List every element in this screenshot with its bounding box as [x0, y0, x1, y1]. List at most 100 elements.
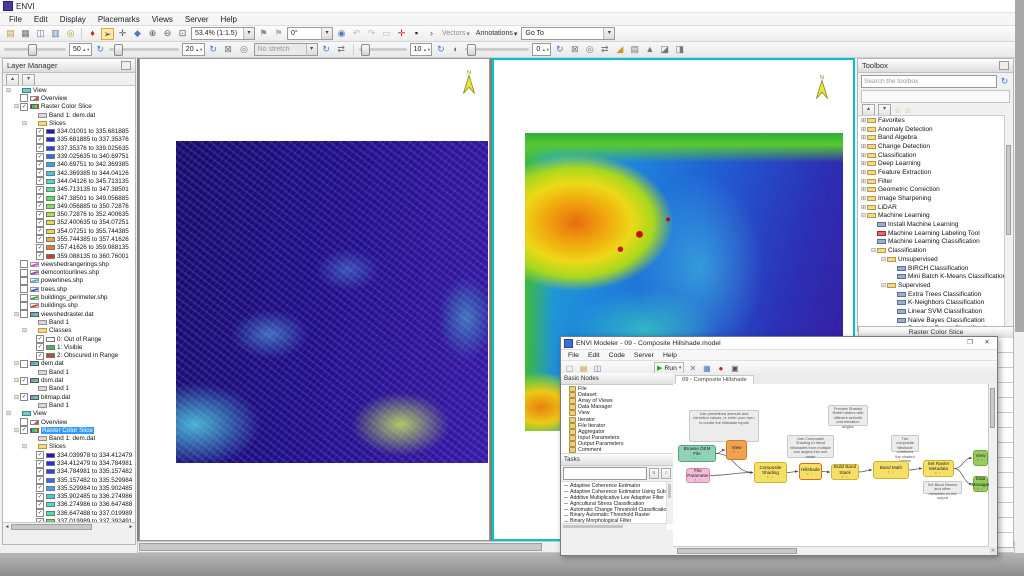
- layer-row[interactable]: trees.shp: [3, 285, 135, 293]
- toolbox-item-label[interactable]: Supervised: [898, 282, 931, 289]
- toolbox-item-label[interactable]: Band Algebra: [878, 134, 917, 141]
- stretch-combo[interactable]: No stretch ▾: [254, 43, 318, 56]
- task-list-hscrollbar[interactable]: [561, 523, 667, 530]
- layer-checkbox[interactable]: [36, 335, 44, 343]
- toolbox-vscrollbar[interactable]: [1004, 115, 1013, 331]
- toolbox-item-label[interactable]: Linear SVM Classification: [908, 308, 982, 315]
- layer-label[interactable]: buildings.shp: [41, 302, 78, 309]
- layer-row[interactable]: ⊟ Classes: [3, 327, 135, 335]
- stretch-swap-icon[interactable]: ⇄: [598, 44, 611, 56]
- modeler-node-hillshade[interactable]: Hillshade▪ ▫: [799, 463, 822, 480]
- layer-row[interactable]: 357.41626 to 359.088135: [3, 244, 135, 252]
- transparency-slider[interactable]: [465, 48, 529, 51]
- task-search-input[interactable]: [563, 467, 647, 480]
- brightness-slider[interactable]: [4, 48, 66, 51]
- layer-checkbox[interactable]: [36, 460, 44, 468]
- histogram-ramp-icon[interactable]: ◢: [613, 44, 626, 56]
- modeler-node-view-preview[interactable]: View▪ ▫: [726, 440, 747, 460]
- globe-icon[interactable]: ◉: [335, 28, 348, 40]
- collapse-all-button[interactable]: ▴: [6, 74, 19, 86]
- layer-checkbox[interactable]: [36, 153, 44, 161]
- layer-label[interactable]: Slices: [49, 443, 66, 450]
- layer-row[interactable]: 334.412479 to 334.784981: [3, 459, 135, 467]
- spinner-arrows-icon[interactable]: ▲▼: [423, 48, 430, 52]
- toolbox-item-label[interactable]: Machine Learning Classification: [888, 238, 980, 245]
- layer-row[interactable]: 335.681885 to 337.35376: [3, 136, 135, 144]
- modeler-comment[interactable]: Use predefined azimuth and elevation val…: [689, 410, 759, 442]
- toolbox-row[interactable]: ⊞ Band Algebra: [858, 133, 1005, 142]
- toolbox-item-label[interactable]: Deep Learning: [878, 160, 921, 167]
- toolbox-row[interactable]: Naive Bayes Classification: [858, 316, 1005, 325]
- chevron-down-icon[interactable]: ▾: [679, 365, 682, 371]
- layer-checkbox[interactable]: [36, 194, 44, 202]
- tree-toggle-icon[interactable]: ⊟: [5, 87, 12, 94]
- equalize-icon[interactable]: ▤: [628, 44, 641, 56]
- pin-icon[interactable]: ⚑: [257, 28, 270, 40]
- tree-toggle-icon[interactable]: ⊟: [21, 327, 28, 334]
- toolbox-item-label[interactable]: Feature Extraction: [878, 169, 931, 176]
- layer-label[interactable]: Band 1: [49, 402, 69, 409]
- modeler-menu-item[interactable]: Edit: [584, 352, 604, 359]
- toolbox-search-input[interactable]: [861, 75, 997, 88]
- delete-node-icon[interactable]: ✕: [687, 364, 698, 373]
- layer-label[interactable]: 336.647488 to 337.019989: [57, 510, 132, 517]
- toolbox-row[interactable]: Extra Trees Classification: [858, 290, 1005, 299]
- menu-item[interactable]: File: [4, 14, 27, 25]
- contrast-reset-icon[interactable]: ↻: [208, 44, 219, 55]
- layer-label[interactable]: 0: Out of Range: [57, 336, 101, 343]
- modeler-vscrollbar[interactable]: [988, 384, 997, 547]
- tree-toggle-icon[interactable]: ⊞: [860, 134, 867, 141]
- layer-checkbox[interactable]: [36, 235, 44, 243]
- layer-label[interactable]: 350.72876 to 352.400635: [57, 211, 129, 218]
- tree-toggle-icon[interactable]: ⊟: [21, 120, 28, 127]
- toolbox-row[interactable]: Linear SVM Classification: [858, 307, 1005, 316]
- remove-favorite-icon[interactable]: ☆: [904, 106, 911, 115]
- mask-icon[interactable]: ◎: [238, 44, 251, 56]
- layer-label[interactable]: 334.412479 to 334.784981: [57, 460, 132, 467]
- toolbox-item-label[interactable]: BIRCH Classification: [908, 265, 968, 272]
- layer-checkbox[interactable]: [36, 177, 44, 185]
- stretch-swap-icon[interactable]: ⇄: [335, 44, 348, 56]
- resize-grip-icon[interactable]: ✕: [989, 547, 997, 555]
- layer-checkbox[interactable]: [36, 493, 44, 501]
- layer-row[interactable]: buildings_perimeter.shp: [3, 293, 135, 301]
- layer-checkbox[interactable]: [36, 343, 44, 351]
- layer-row[interactable]: 340.69751 to 342.369385: [3, 161, 135, 169]
- layer-row[interactable]: 349.056885 to 350.72876: [3, 202, 135, 210]
- layer-row[interactable]: Band 1: [3, 318, 135, 326]
- layer-row[interactable]: 354.07251 to 355.744385: [3, 227, 135, 235]
- toolbox-item-label[interactable]: Change Detection: [878, 143, 930, 150]
- layer-label[interactable]: 352.400635 to 354.07251: [57, 219, 129, 226]
- chevron-down-icon[interactable]: ▾: [306, 44, 317, 55]
- crop-icon[interactable]: ⊠: [222, 44, 235, 56]
- layer-row[interactable]: 335.157482 to 335.529984: [3, 476, 135, 484]
- layer-checkbox[interactable]: [36, 144, 44, 152]
- layer-checkbox[interactable]: [20, 294, 28, 302]
- layer-checkbox[interactable]: [36, 352, 44, 360]
- select-icon[interactable]: ➢: [101, 28, 114, 40]
- layer-row[interactable]: ⊟ Raster Color Slice: [3, 103, 135, 111]
- layer-row[interactable]: Band 1: [3, 368, 135, 376]
- zoom-window-icon[interactable]: ⊡: [176, 28, 189, 40]
- chip-icon[interactable]: ◎: [64, 28, 77, 40]
- layer-row[interactable]: ⊟ Slices: [3, 119, 135, 127]
- edit-vertex-icon[interactable]: ▭: [380, 28, 393, 40]
- crop-icon[interactable]: ⊠: [568, 44, 581, 56]
- layer-row[interactable]: ⊟ Raster Color Slice: [3, 426, 135, 434]
- model-tab[interactable]: 09 - Composite Hillshade: [675, 375, 754, 384]
- layer-row[interactable]: 337.35376 to 339.025635: [3, 144, 135, 152]
- layer-label[interactable]: Band 1: dem.dat: [49, 435, 95, 442]
- layer-label[interactable]: 344.04126 to 345.713135: [57, 178, 129, 185]
- layer-row[interactable]: powerlines.shp: [3, 277, 135, 285]
- layer-checkbox[interactable]: [36, 169, 44, 177]
- tree-toggle-icon[interactable]: ⊟: [880, 256, 887, 263]
- toolbox-item-label[interactable]: Favorites: [878, 117, 905, 124]
- placemark-icon[interactable]: ♦: [86, 28, 99, 40]
- layer-label[interactable]: 347.38501 to 349.056885: [57, 195, 129, 202]
- toolbox-item-label[interactable]: Mini Batch K-Means Classification: [908, 273, 1005, 280]
- layer-row[interactable]: ⊟ dsm.dat: [3, 376, 135, 384]
- undo-icon[interactable]: ↶: [350, 28, 363, 40]
- pan-icon[interactable]: ✛: [116, 28, 129, 40]
- menu-item[interactable]: Placemarks: [93, 14, 145, 25]
- vectors-dropdown[interactable]: Vectors ▾: [440, 30, 472, 38]
